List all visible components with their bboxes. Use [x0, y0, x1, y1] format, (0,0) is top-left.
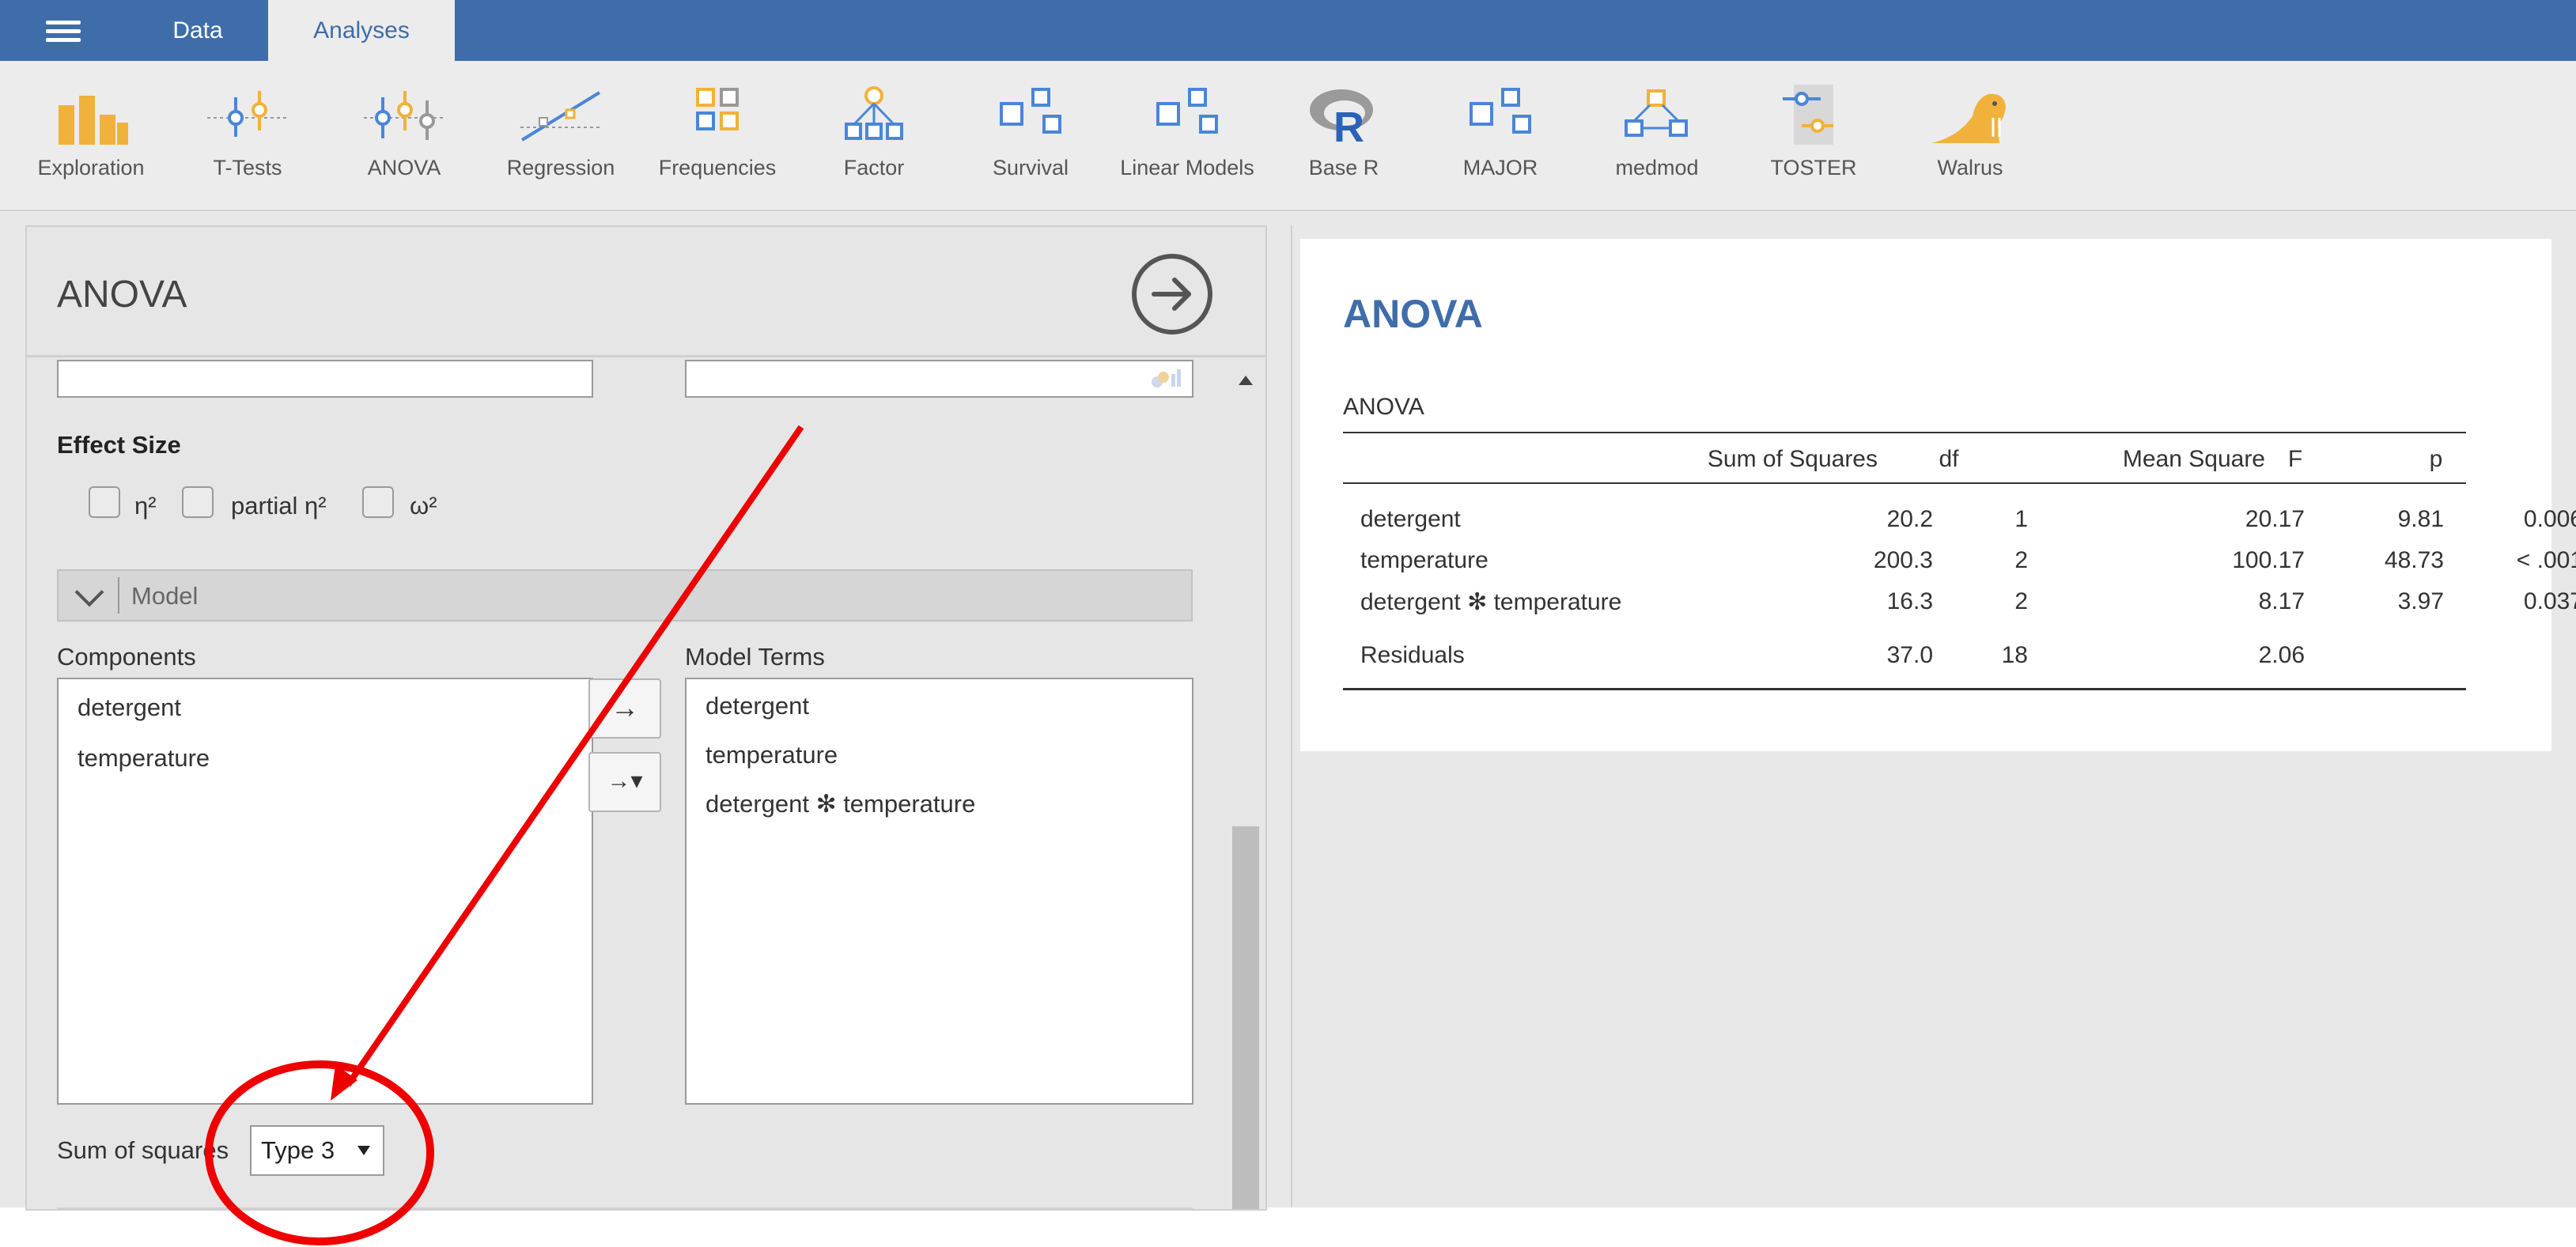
exploration-icon: [59, 96, 128, 145]
table-cell: 2.06: [2258, 642, 2305, 668]
frequencies-icon: [696, 88, 739, 130]
medmod-icon: [1625, 89, 1688, 137]
hamburger-menu-icon[interactable]: [46, 21, 81, 42]
column-header: df: [1939, 446, 1959, 472]
list-item[interactable]: detergent: [705, 692, 809, 720]
list-item[interactable]: temperature: [78, 744, 210, 773]
regression-icon: [520, 91, 601, 142]
effect-size-heading: Effect Size: [57, 431, 181, 459]
model-header-divider: [118, 577, 119, 614]
panel-header-separator: [27, 355, 1265, 357]
section-separator: [57, 1207, 1193, 1209]
walrus-icon: [1931, 93, 2006, 143]
options-panel-title: ANOVA: [57, 274, 187, 316]
ribbon-t-tests-button[interactable]: T-Tests: [172, 81, 323, 200]
omega-squared-checkbox[interactable]: [362, 486, 394, 518]
table-cell: < .001: [2516, 547, 2576, 573]
jamovi-window: Data Analyses Exploration T-Tests ANOVA …: [0, 0, 2576, 1211]
model-section-header[interactable]: Model: [57, 569, 1193, 622]
results-title: ANOVA: [1343, 292, 1483, 336]
ribbon-base-r-button[interactable]: R Base R: [1269, 81, 1419, 200]
table-cell: 20.17: [2245, 506, 2305, 532]
svg-text:R: R: [1333, 104, 1364, 148]
list-item[interactable]: detergent ✻ temperature: [705, 790, 975, 818]
ribbon-linear-models-button[interactable]: Linear Models: [1112, 81, 1262, 200]
major-icon: [1470, 88, 1531, 134]
ribbon-exploration-button[interactable]: Exploration: [16, 81, 166, 200]
table-cell: detergent ✻ temperature: [1360, 589, 1622, 615]
table-cell: 2: [2014, 588, 2028, 614]
column-header: Mean Square: [2122, 446, 2265, 472]
scrollbar-thumb[interactable]: [1232, 826, 1259, 1209]
chevron-down-icon: [74, 577, 104, 607]
column-header: p: [2429, 446, 2443, 472]
sum-of-squares-select[interactable]: Type 3: [250, 1125, 384, 1176]
model-terms-label: Model Terms: [685, 643, 825, 671]
ribbon-factor-button[interactable]: Factor: [799, 81, 949, 200]
linear-models-icon: [1156, 88, 1218, 134]
table-bottom-rule: [1343, 688, 2466, 690]
top-bar: Data Analyses: [0, 0, 2576, 61]
ribbon-medmod-button[interactable]: medmod: [1582, 81, 1732, 200]
table-cell: 0.037: [2523, 588, 2576, 614]
eta-squared-checkbox[interactable]: [89, 486, 120, 518]
ribbon-survival-button[interactable]: Survival: [955, 81, 1106, 200]
tab-analyses[interactable]: Analyses: [268, 0, 455, 61]
ribbon-anova-button[interactable]: ANOVA: [329, 81, 479, 200]
list-item[interactable]: detergent: [78, 693, 181, 722]
sum-of-squares-label: Sum of squares: [57, 1136, 229, 1164]
variable-box-right[interactable]: [685, 360, 1193, 398]
omega-squared-label: ω²: [410, 492, 437, 520]
table-cell: 1: [2014, 506, 2028, 532]
variable-box-left[interactable]: [57, 360, 593, 398]
table-top-rule: [1343, 432, 2466, 433]
table-cell: 0.006: [2523, 506, 2576, 532]
anova-options-panel: ANOVA Effect Size η² partial η² ω² Model…: [25, 225, 1267, 1211]
table-cell: Residuals: [1360, 642, 1465, 668]
anova-icon: [364, 91, 444, 140]
options-scrollbar[interactable]: [1231, 360, 1261, 1209]
components-list[interactable]: detergent temperature: [57, 678, 593, 1105]
list-item[interactable]: temperature: [705, 741, 838, 769]
ribbon-regression-button[interactable]: Regression: [486, 81, 636, 200]
eta-squared-label: η²: [134, 492, 157, 520]
table-title: ANOVA: [1343, 394, 1424, 420]
run-arrow-button[interactable]: [1132, 254, 1212, 334]
table-cell: 8.17: [2258, 588, 2305, 614]
dropdown-arrow-icon: [357, 1146, 370, 1155]
table-cell: temperature: [1360, 547, 1488, 573]
ribbon-toster-button[interactable]: TOSTER: [1738, 81, 1889, 200]
table-cell: detergent: [1360, 506, 1461, 532]
components-label: Components: [57, 643, 196, 671]
table-header-rule: [1343, 482, 2466, 484]
add-interaction-button[interactable]: →▾: [588, 752, 661, 812]
base-r-icon: R: [1310, 89, 1373, 148]
column-header: F: [2287, 446, 2303, 472]
partial-eta-squared-checkbox[interactable]: [182, 486, 214, 518]
ribbon-frequencies-button[interactable]: Frequencies: [642, 81, 792, 200]
partial-eta-squared-label: partial η²: [231, 492, 327, 520]
ribbon-walrus-button[interactable]: Walrus: [1895, 81, 2045, 200]
analyses-ribbon: Exploration T-Tests ANOVA Regression Fre…: [0, 61, 2576, 211]
sum-of-squares-value: Type 3: [261, 1136, 335, 1164]
model-terms-list[interactable]: detergent temperature detergent ✻ temper…: [685, 678, 1193, 1105]
column-header: Sum of Squares: [1707, 446, 1878, 472]
results-output: ANOVA ANOVA Sum of Squares df Mean Squar…: [1300, 239, 2576, 751]
table-cell: 100.17: [2232, 547, 2305, 573]
arrow-right-icon: [1152, 278, 1191, 311]
tab-data[interactable]: Data: [142, 0, 253, 61]
toster-icon: [1783, 85, 1833, 145]
variable-type-icon: [1152, 369, 1181, 387]
table-cell: 18: [2001, 642, 2028, 668]
t-tests-icon: [207, 91, 288, 137]
scroll-up-arrow-icon[interactable]: [1239, 376, 1253, 385]
add-term-button[interactable]: →: [588, 678, 661, 739]
survival-icon: [1000, 88, 1061, 134]
model-section-label: Model: [131, 582, 199, 610]
factor-icon: [845, 86, 903, 140]
table-cell: 2: [2014, 547, 2028, 573]
ribbon-major-button[interactable]: MAJOR: [1425, 81, 1575, 200]
